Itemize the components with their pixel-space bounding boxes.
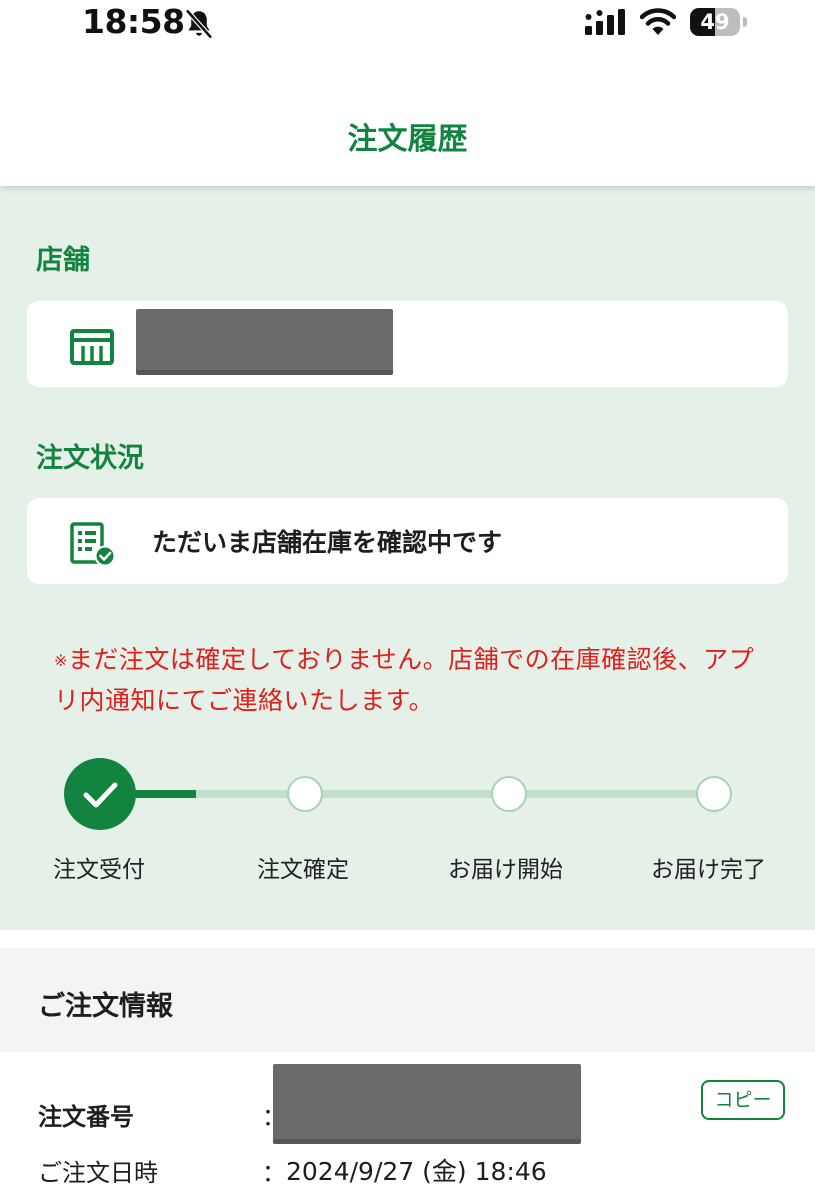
order-number-label: 注文番号 (38, 1103, 134, 1131)
step-4-label: お届け完了 (651, 857, 766, 883)
order-info-title: ご注文情報 (38, 991, 173, 1022)
order-status-section: 店舗 注文状況 ただいま店舗在庫を確認中です ※まだ注文は確定しておりません。店… (0, 186, 815, 930)
order-date-value: 2024/9/27 (金) 18:46 (286, 1157, 547, 1186)
order-info-header: ご注文情報 (0, 948, 815, 1052)
step-1-label: 注文受付 (53, 857, 145, 883)
status-time: 18:58 (82, 2, 185, 41)
step-3-marker (491, 776, 527, 812)
step-2-label: 注文確定 (257, 857, 349, 883)
check-icon (83, 782, 118, 808)
copy-button[interactable]: コピー (701, 1080, 785, 1120)
step-1-marker (64, 758, 136, 830)
store-section-label: 店舗 (36, 245, 90, 276)
step-3-label: お届け開始 (448, 857, 563, 883)
order-status-label: 注文状況 (36, 443, 144, 474)
order-notice: ※まだ注文は確定しておりません。店舗での在庫確認後、アプリ内通知にてご連絡いたし… (54, 640, 774, 721)
order-number-redacted (273, 1064, 581, 1144)
battery-level: 49 (700, 10, 730, 34)
order-date-separator: ： (262, 1159, 286, 1187)
store-icon (70, 329, 114, 365)
bell-slash-icon (185, 8, 213, 40)
page-title: 注文履歴 (347, 122, 468, 157)
step-2-marker (287, 776, 323, 812)
battery-icon: 49 (690, 8, 748, 36)
cellular-signal-icon (585, 9, 625, 35)
order-date-label: ご注文日時 (38, 1159, 158, 1187)
checklist-icon (70, 522, 115, 566)
store-name-redacted (136, 309, 393, 375)
app-header: 注文履歴 (0, 50, 815, 186)
store-card (27, 301, 788, 387)
wifi-icon (640, 8, 676, 35)
step-4-marker (696, 776, 732, 812)
notice-mark: ※ (54, 651, 68, 670)
order-status-text: ただいま店舗在庫を確認中です (152, 528, 503, 557)
notice-text: まだ注文は確定しておりません。店舗での在庫確認後、アプリ内通知にてご連絡いたしま… (54, 645, 755, 715)
status-bar: 18:58 49 (0, 0, 815, 50)
order-status-card: ただいま店舗在庫を確認中です (27, 498, 788, 584)
